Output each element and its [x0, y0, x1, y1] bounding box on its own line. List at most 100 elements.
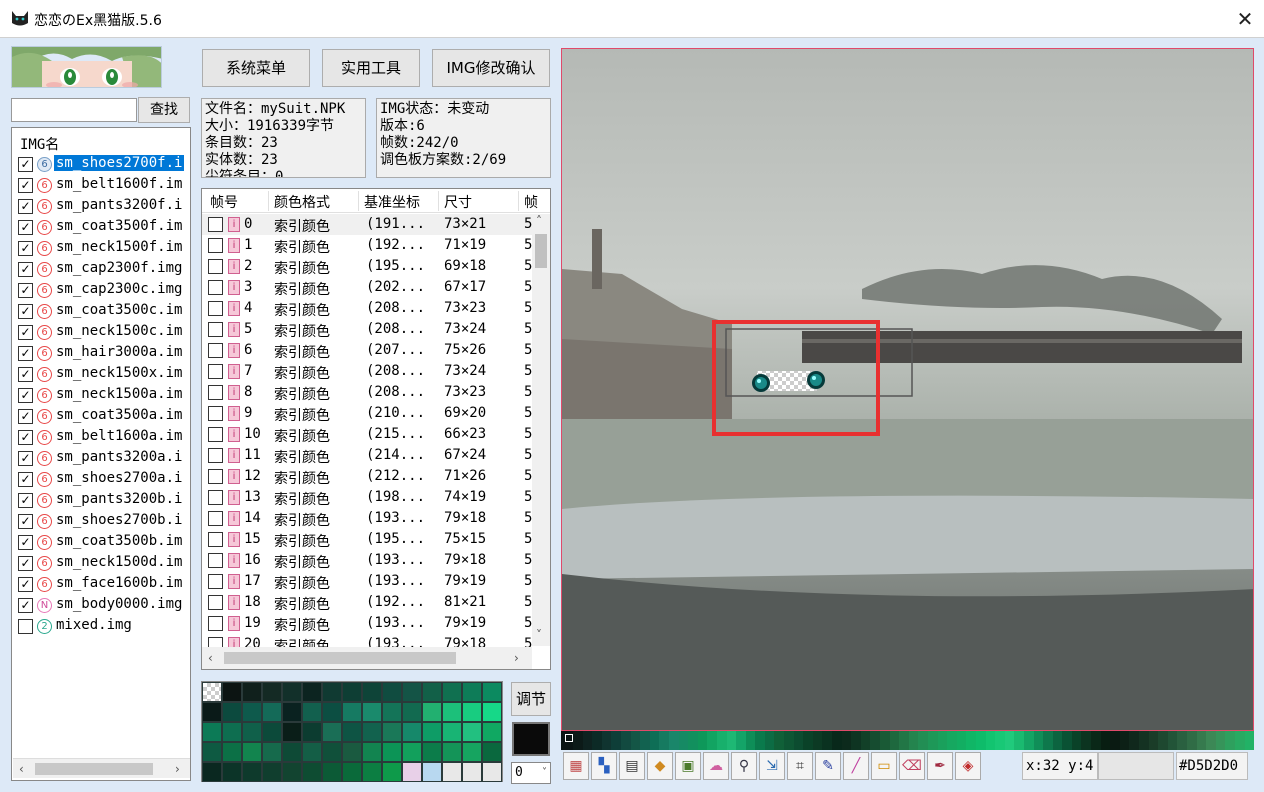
img-checkbox[interactable] — [18, 619, 33, 634]
palette-swatch[interactable] — [382, 762, 402, 782]
palette-swatch[interactable] — [382, 742, 402, 762]
strip-color-cell[interactable] — [1206, 731, 1216, 750]
img-checkbox[interactable]: ✓ — [18, 430, 33, 445]
palette-swatch[interactable] — [262, 742, 282, 762]
palette-swatch[interactable] — [482, 742, 502, 762]
frame-checkbox[interactable] — [208, 322, 223, 337]
frame-checkbox[interactable] — [208, 574, 223, 589]
table-row[interactable]: i 2 索引颜色 (195... 69×18 5 — [202, 256, 532, 277]
rectangle-tool-icon[interactable]: ▭ — [871, 752, 897, 780]
palette-tool-icon[interactable]: ▚ — [591, 752, 617, 780]
adjust-button[interactable]: 调节 — [511, 682, 551, 716]
img-list-item[interactable]: ✓ 6 sm_pants3200b.i — [12, 490, 190, 511]
strip-color-cell[interactable] — [1167, 731, 1178, 750]
palette-swatch[interactable] — [242, 762, 262, 782]
img-checkbox[interactable]: ✓ — [18, 556, 33, 571]
strip-color-cell[interactable] — [707, 731, 717, 750]
system-menu-button[interactable]: 系统菜单 — [202, 49, 310, 87]
strip-color-cell[interactable] — [716, 731, 727, 750]
table-row[interactable]: i 3 索引颜色 (202... 67×17 5 — [202, 277, 532, 298]
frame-table[interactable]: 帧号 颜色格式 基准坐标 尺寸 帧 i 0 索引颜色 (191... 73×21 5 i 1 索… — [201, 188, 551, 670]
img-list-item[interactable]: ✓ 6 sm_pants3200f.i — [12, 196, 190, 217]
img-checkbox[interactable]: ✓ — [18, 598, 33, 613]
palette-swatch[interactable] — [482, 702, 502, 722]
strip-color-cell[interactable] — [966, 731, 976, 750]
palette-swatch[interactable] — [202, 682, 222, 702]
img-list-item[interactable]: ✓ 6 sm_cap2300f.img — [12, 259, 190, 280]
img-checkbox[interactable]: ✓ — [18, 535, 33, 550]
img-checkbox[interactable]: ✓ — [18, 472, 33, 487]
column-header-frame[interactable]: 帧号 — [210, 192, 238, 212]
palette-swatch[interactable] — [442, 722, 462, 742]
palette-swatch[interactable] — [482, 682, 502, 702]
scrollbar-thumb[interactable] — [224, 652, 456, 664]
strip-color-cell[interactable] — [1043, 731, 1053, 750]
palette-swatch[interactable] — [342, 742, 362, 762]
palette-swatch[interactable] — [482, 762, 502, 782]
cloud-tool-icon[interactable]: ☁ — [703, 752, 729, 780]
palette-swatch[interactable] — [202, 742, 222, 762]
column-header-base-coord[interactable]: 基准坐标 — [364, 192, 420, 212]
img-checkbox[interactable]: ✓ — [18, 325, 33, 340]
palette-color-strip[interactable] — [561, 731, 1255, 750]
strip-color-cell[interactable] — [851, 731, 861, 750]
strip-color-cell[interactable] — [1100, 731, 1111, 750]
strip-color-cell[interactable] — [1177, 731, 1187, 750]
img-list-item[interactable]: ✓ 6 sm_neck1500c.im — [12, 322, 190, 343]
palette-swatch[interactable] — [442, 682, 462, 702]
palette-swatch[interactable] — [422, 742, 442, 762]
palette-swatch[interactable] — [442, 762, 462, 782]
palette-swatch[interactable] — [322, 682, 342, 702]
scroll-left-icon[interactable]: ‹ — [19, 762, 24, 776]
palette-scheme-select[interactable]: 0 ˅ — [511, 762, 551, 784]
strip-color-cell[interactable] — [1225, 731, 1235, 750]
film-tool-icon[interactable]: ▤ — [619, 752, 645, 780]
scrollbar-thumb[interactable] — [535, 234, 547, 268]
palette-swatch[interactable] — [402, 702, 422, 722]
img-list-item[interactable]: ✓ 6 sm_neck1500d.im — [12, 553, 190, 574]
img-checkbox[interactable]: ✓ — [18, 577, 33, 592]
frame-checkbox[interactable] — [208, 301, 223, 316]
strip-color-cell[interactable] — [1071, 731, 1082, 750]
img-list-item[interactable]: ✓ 6 sm_neck1500x.im — [12, 364, 190, 385]
strip-color-cell[interactable] — [630, 731, 641, 750]
strip-color-cell[interactable] — [880, 731, 890, 750]
palette-swatch[interactable] — [322, 702, 342, 722]
table-row[interactable]: i 13 索引颜色 (198... 74×19 5 — [202, 487, 532, 508]
palette-swatch[interactable] — [402, 762, 422, 782]
scroll-right-icon[interactable]: › — [175, 762, 180, 776]
strip-color-cell[interactable] — [822, 731, 833, 750]
eyedropper-tool-icon[interactable]: ✒ — [927, 752, 953, 780]
palette-swatch[interactable] — [462, 722, 482, 742]
frame-table-horizontal-scrollbar[interactable]: ‹ › — [202, 647, 532, 669]
frame-checkbox[interactable] — [208, 469, 223, 484]
img-list-item[interactable]: ✓ 6 sm_coat3500f.im — [12, 217, 190, 238]
img-checkbox[interactable]: ✓ — [18, 262, 33, 277]
strip-color-cell[interactable] — [975, 731, 986, 750]
palette-swatch[interactable] — [402, 682, 422, 702]
palette-swatch[interactable] — [222, 742, 242, 762]
palette-swatch[interactable] — [302, 742, 322, 762]
strip-color-cell[interactable] — [1196, 731, 1207, 750]
palette-swatch[interactable] — [282, 722, 302, 742]
palette-swatch[interactable] — [482, 722, 502, 742]
palette-swatch[interactable] — [282, 762, 302, 782]
palette-swatch[interactable] — [382, 722, 402, 742]
palette-swatch[interactable] — [282, 682, 302, 702]
strip-color-cell[interactable] — [659, 731, 669, 750]
strip-color-cell[interactable] — [688, 731, 698, 750]
img-checkbox[interactable]: ✓ — [18, 283, 33, 298]
strip-color-cell[interactable] — [1110, 731, 1120, 750]
table-row[interactable]: i 7 索引颜色 (208... 73×24 5 — [202, 361, 532, 382]
table-row[interactable]: i 1 索引颜色 (192... 71×19 5 — [202, 235, 532, 256]
palette-swatch[interactable] — [322, 762, 342, 782]
palette-swatch[interactable] — [302, 722, 322, 742]
palette-swatch[interactable] — [362, 722, 382, 742]
palette-swatch[interactable] — [382, 702, 402, 722]
strip-color-cell[interactable] — [1052, 731, 1063, 750]
strip-color-cell[interactable] — [1129, 731, 1140, 750]
img-list-item[interactable]: ✓ 6 sm_pants3200a.i — [12, 448, 190, 469]
frame-checkbox[interactable] — [208, 448, 223, 463]
table-row[interactable]: i 19 索引颜色 (193... 79×19 5 — [202, 613, 532, 634]
table-row[interactable]: i 10 索引颜色 (215... 66×23 5 — [202, 424, 532, 445]
